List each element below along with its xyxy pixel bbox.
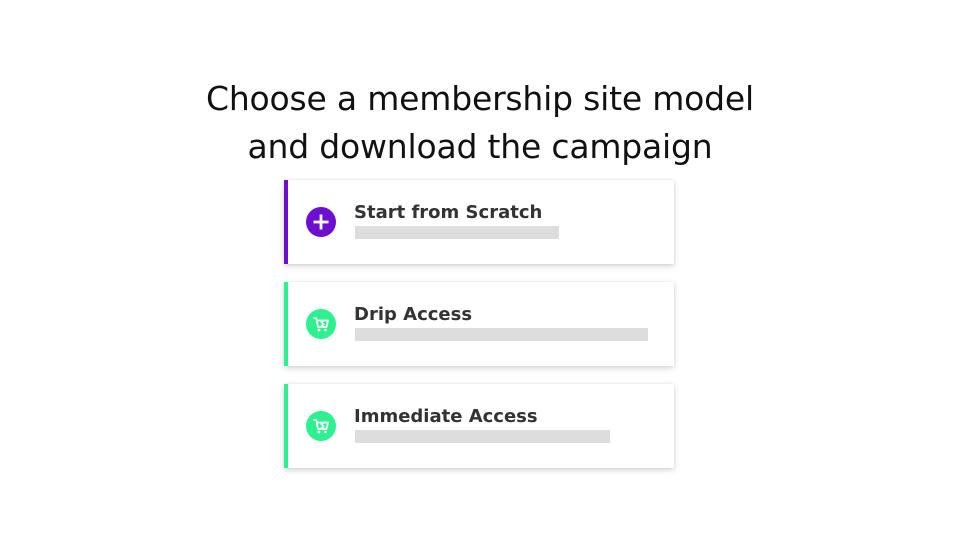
description-placeholder: [355, 430, 610, 443]
cart-dollar-icon: [306, 309, 336, 339]
option-title: Start from Scratch: [354, 202, 543, 223]
plus-circle-icon: [306, 207, 336, 237]
option-start-from-scratch[interactable]: Start from Scratch: [284, 180, 674, 264]
description-placeholder: [355, 328, 648, 341]
page-title-line-2: and download the campaign: [247, 127, 713, 167]
option-immediate-access[interactable]: Immediate Access: [284, 384, 674, 468]
description-placeholder: [355, 226, 559, 239]
option-title: Immediate Access: [354, 406, 538, 427]
page-title-line-1: Choose a membership site model: [205, 79, 754, 119]
cart-dollar-icon: [306, 411, 336, 441]
page-title: Choose a membership site model and downl…: [0, 75, 960, 171]
option-title: Drip Access: [354, 304, 473, 325]
option-drip-access[interactable]: Drip Access: [284, 282, 674, 366]
